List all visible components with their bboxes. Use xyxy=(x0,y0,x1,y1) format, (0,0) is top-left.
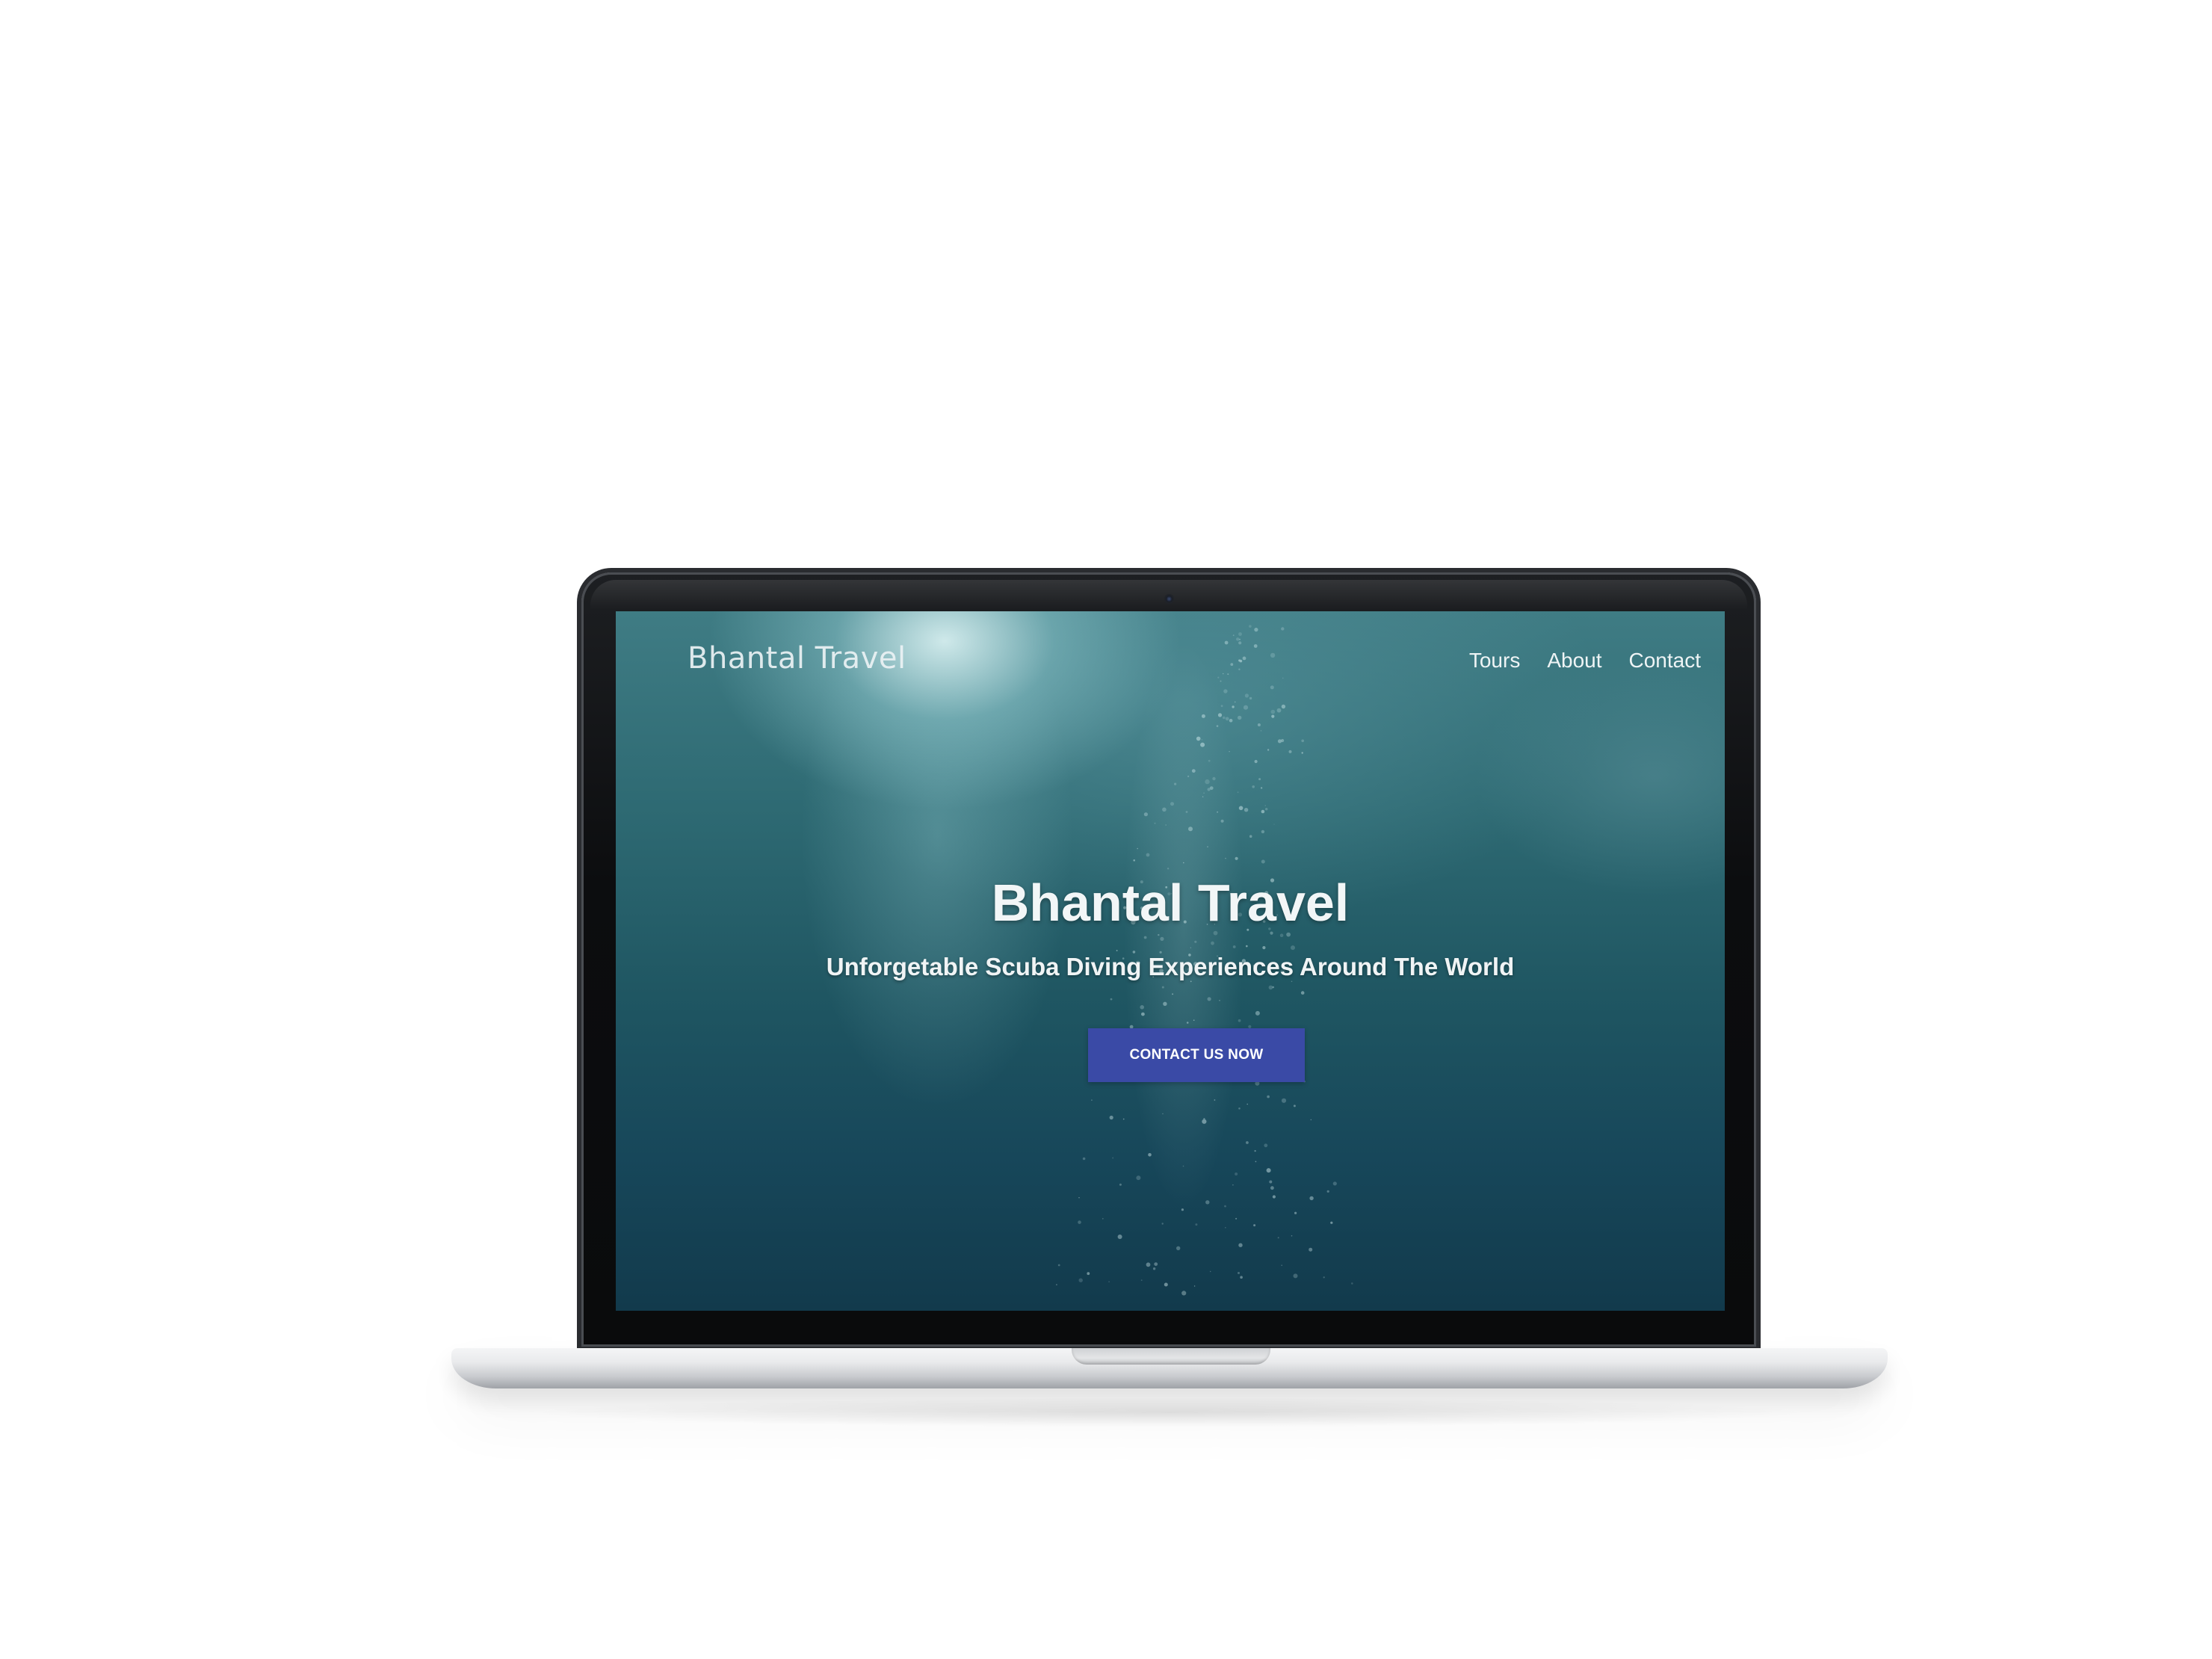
site-logo[interactable]: Bhantal Travel xyxy=(688,641,906,676)
webcam-icon xyxy=(1166,596,1173,602)
nav-link-contact[interactable]: Contact xyxy=(1629,649,1702,673)
contact-us-button[interactable]: CONTACT US NOW xyxy=(1088,1028,1305,1082)
site-nav: Tours About Contact xyxy=(1469,649,1701,673)
hero-subtitle: Unforgetable Scuba Diving Experiences Ar… xyxy=(826,953,1515,980)
nav-link-about[interactable]: About xyxy=(1547,649,1601,673)
laptop-shadow xyxy=(523,1397,1816,1427)
laptop-screen: Bhantal Travel Tours About Contact Bhant… xyxy=(616,611,1725,1311)
laptop-mockup-stage: Bhantal Travel Tours About Contact Bhant… xyxy=(0,0,2212,1659)
hero-title: Bhantal Travel xyxy=(991,874,1350,932)
nav-link-tours[interactable]: Tours xyxy=(1469,649,1520,673)
laptop-hinge-notch xyxy=(1072,1348,1270,1365)
